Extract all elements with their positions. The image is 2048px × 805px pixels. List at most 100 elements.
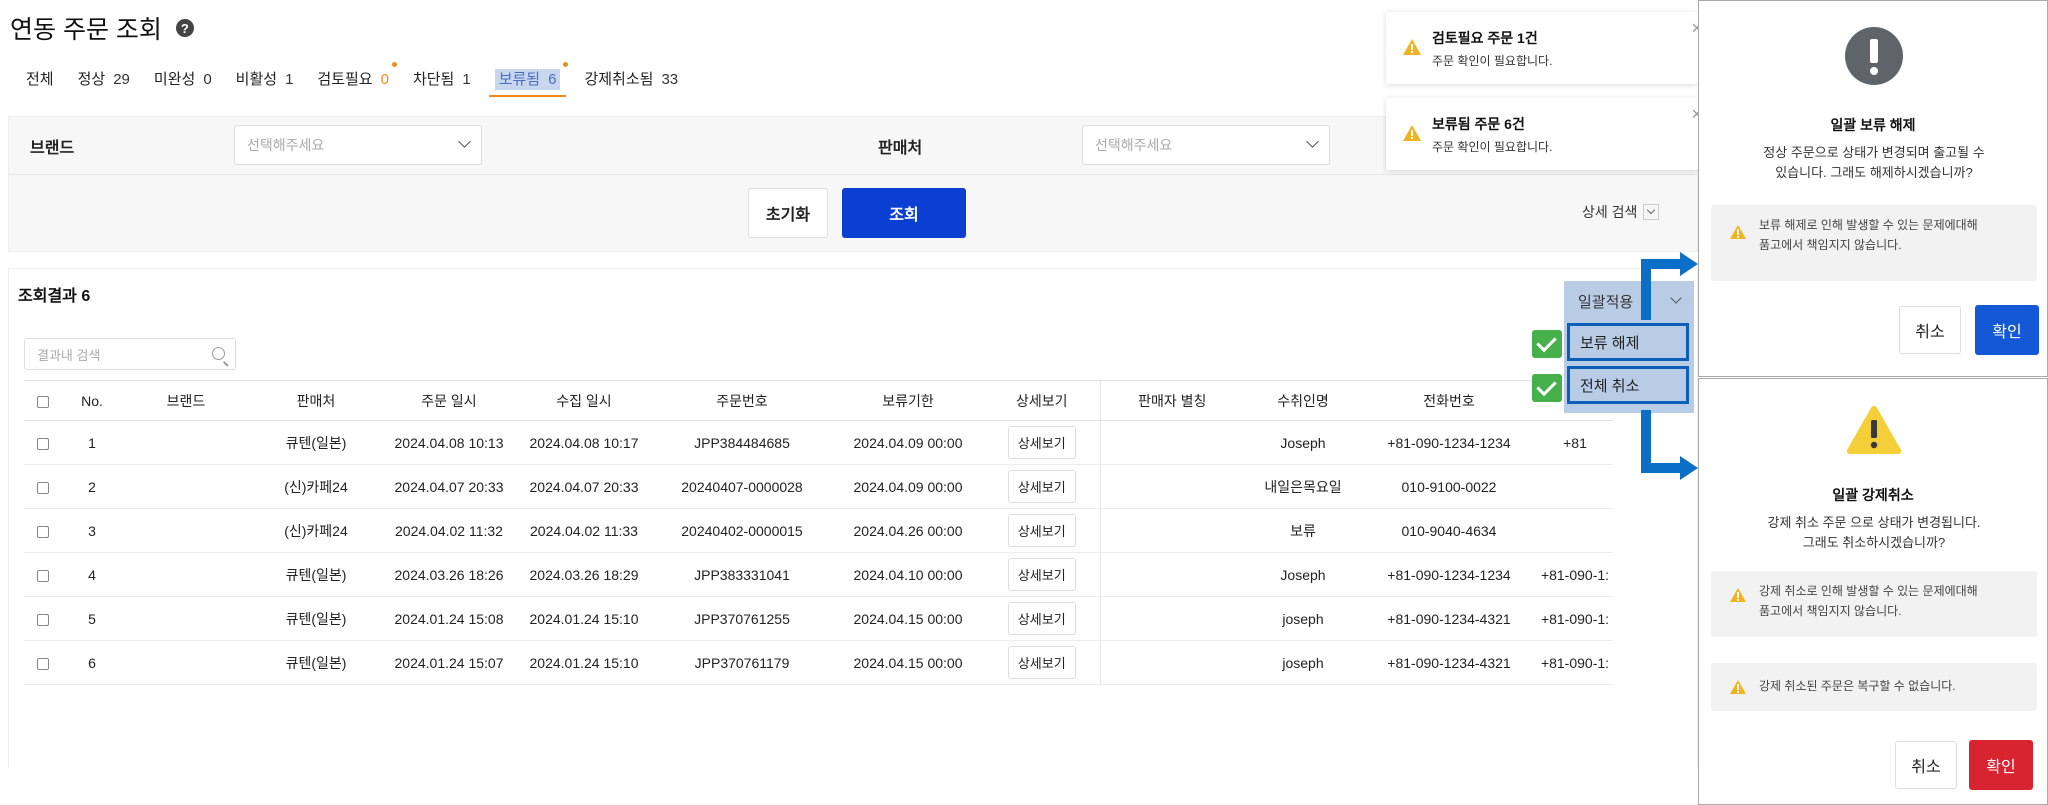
tab-count: 1 [285,71,294,88]
row-hold-deadline: 2024.04.09 00:00 [832,464,984,509]
tab-label: 검토필요 [317,71,373,88]
warning-icon [1403,125,1421,141]
detail-view-button[interactable]: 상세보기 [1007,602,1076,635]
tab-label: 미완성 [153,71,196,88]
warning-icon [1730,588,1746,602]
table-row[interactable]: 5 큐텐(일본) 2024.01.24 15:08 2024.01.24 15:10 J… [24,596,1614,641]
tab-normal[interactable]: 정상 29 [66,62,142,99]
modal-title: 일괄 강제취소 [1832,487,1914,503]
tab-count: 0 [380,71,389,88]
row-order-number: JPP370761179 [652,640,832,685]
tab-inactive[interactable]: 비활성 1 [224,62,306,99]
cancel-button[interactable]: 취소 [1895,741,1957,789]
orders-table: No. 브랜드 판매처 주문 일시 수집 일시 주문번호 보류기한 상세보기 판… [24,380,1614,685]
table-body: 1 큐텐(일본) 2024.04.08 10:13 2024.04.08 10:17 J… [24,420,1614,685]
table-row[interactable]: 4 큐텐(일본) 2024.03.26 18:26 2024.03.26 18:29 J… [24,552,1614,597]
page-title: 연동 주문 조회 ? [10,10,194,46]
help-icon[interactable]: ? [175,19,194,37]
row-number: 2 [62,464,122,509]
tab-label: 비활성 [235,71,278,88]
detail-view-button[interactable]: 상세보기 [1007,558,1076,591]
table-row[interactable]: 6 큐텐(일본) 2024.01.24 15:07 2024.01.24 15:10 J… [24,640,1614,685]
row-recipient: joseph [1244,640,1362,685]
table-row[interactable]: 1 큐텐(일본) 2024.04.08 10:13 2024.04.08 10:17 J… [24,420,1614,465]
warning-icon [1403,39,1421,55]
modal-notice: 보류 해제로 인해 발생할 수 있는 문제에대해 품고에서 책임지지 않습니다. [1711,205,2037,281]
row-seller: (신)카페24 [250,464,382,509]
row-brand [122,552,250,597]
search-icon[interactable] [212,347,225,360]
reset-button[interactable]: 초기화 [748,188,828,238]
modal-message-line: 그래도 취소하시겠습니까? [1802,535,1946,550]
detail-view-button[interactable]: 상세보기 [1007,470,1076,503]
tab-label: 정상 [77,71,106,88]
row-phone: +81-090-1234-1234 [1362,420,1536,465]
tab-incomplete[interactable]: 미완성 0 [142,62,224,99]
notice-line: 품고에서 책임지지 않습니다. [1759,238,1902,252]
row-seller: 큐텐(일본) [250,596,382,641]
result-search-input[interactable]: 결과내 검색 [24,338,236,370]
column-header: 주문 일시 [382,380,516,421]
select-all-checkbox[interactable] [37,395,49,408]
cancel-button[interactable]: 취소 [1899,306,1961,354]
row-brand [122,640,250,685]
toast-on-hold: 보류됨 주문 6건 주문 확인이 필요합니다. × [1386,98,1702,170]
row-checkbox[interactable] [37,437,49,450]
column-header: 수취인명 [1244,380,1362,421]
detail-search-label: 상세 검색 [1582,204,1638,220]
table-row[interactable]: 2 (신)카페24 2024.04.07 20:33 2024.04.07 20:33… [24,464,1614,509]
tab-on-hold[interactable]: 보류됨 6 [483,62,573,99]
row-phone: +81-090-1234-4321 [1362,640,1536,685]
search-button[interactable]: 조회 [842,188,966,238]
confirm-button[interactable]: 확인 [1975,305,2039,355]
confirm-button[interactable]: 확인 [1969,740,2033,790]
row-checkbox[interactable] [37,525,49,538]
brand-select[interactable]: 선택해주세요 [234,125,482,165]
detail-search-toggle[interactable]: 상세 검색 [1582,202,1660,222]
row-checkbox[interactable] [37,613,49,626]
tab-review-needed[interactable]: 검토필요 0 [305,62,401,99]
detail-view-button[interactable]: 상세보기 [1007,426,1076,459]
chevron-down-icon [1306,135,1319,148]
column-header: 상세보기 [984,380,1101,421]
seller-select[interactable]: 선택해주세요 [1082,125,1330,165]
arrow-to-cancel-modal [1641,410,1682,473]
row-order-number: JPP370761255 [652,596,832,641]
row-order-date: 2024.04.08 10:13 [382,420,516,465]
brand-label: 브랜드 [30,140,75,157]
row-collect-date: 2024.01.24 15:10 [516,596,652,641]
row-checkbox[interactable] [37,569,49,582]
row-collect-date: 2024.04.08 10:17 [516,420,652,465]
row-extra [1536,508,1614,553]
tab-all[interactable]: 전체 [14,62,66,99]
bulk-apply-label: 일괄적용 [1578,293,1634,311]
annotation-arrows [1641,252,1698,480]
row-select-cell [24,596,62,641]
brand-select-placeholder: 선택해주세요 [247,137,325,153]
modal-notice: 강제 취소된 주문은 복구할 수 없습니다. [1711,663,2037,711]
tab-force-cancelled[interactable]: 강제취소됨 33 [572,62,690,99]
result-search-placeholder: 결과내 검색 [37,347,101,363]
row-extra: +81-090-1: [1536,596,1614,641]
row-checkbox[interactable] [37,657,49,670]
row-collect-date: 2024.04.02 11:33 [516,508,652,553]
column-header: 브랜드 [122,380,250,421]
detail-view-button[interactable]: 상세보기 [1007,646,1076,679]
chevron-down-icon [458,135,471,148]
row-checkbox[interactable] [37,481,49,494]
tab-count: 1 [462,71,471,88]
notification-dot [391,62,397,67]
column-header: 주문번호 [652,380,832,421]
row-seller: 큐텐(일본) [250,552,382,597]
warning-triangle-icon [1846,406,1902,454]
detail-view-button[interactable]: 상세보기 [1007,514,1076,547]
table-row[interactable]: 3 (신)카페24 2024.04.02 11:32 2024.04.02 11:33… [24,508,1614,553]
arrow-head [1680,456,1698,480]
exclamation-circle-icon [1845,27,1903,85]
row-number: 3 [62,508,122,553]
toast-review-needed: 검토필요 주문 1건 주문 확인이 필요합니다. × [1386,12,1702,84]
seller-label: 판매처 [878,140,923,157]
column-header: 판매자 별칭 [1100,380,1244,421]
seller-select-placeholder: 선택해주세요 [1095,137,1173,153]
tab-blocked[interactable]: 차단됨 1 [401,62,483,99]
